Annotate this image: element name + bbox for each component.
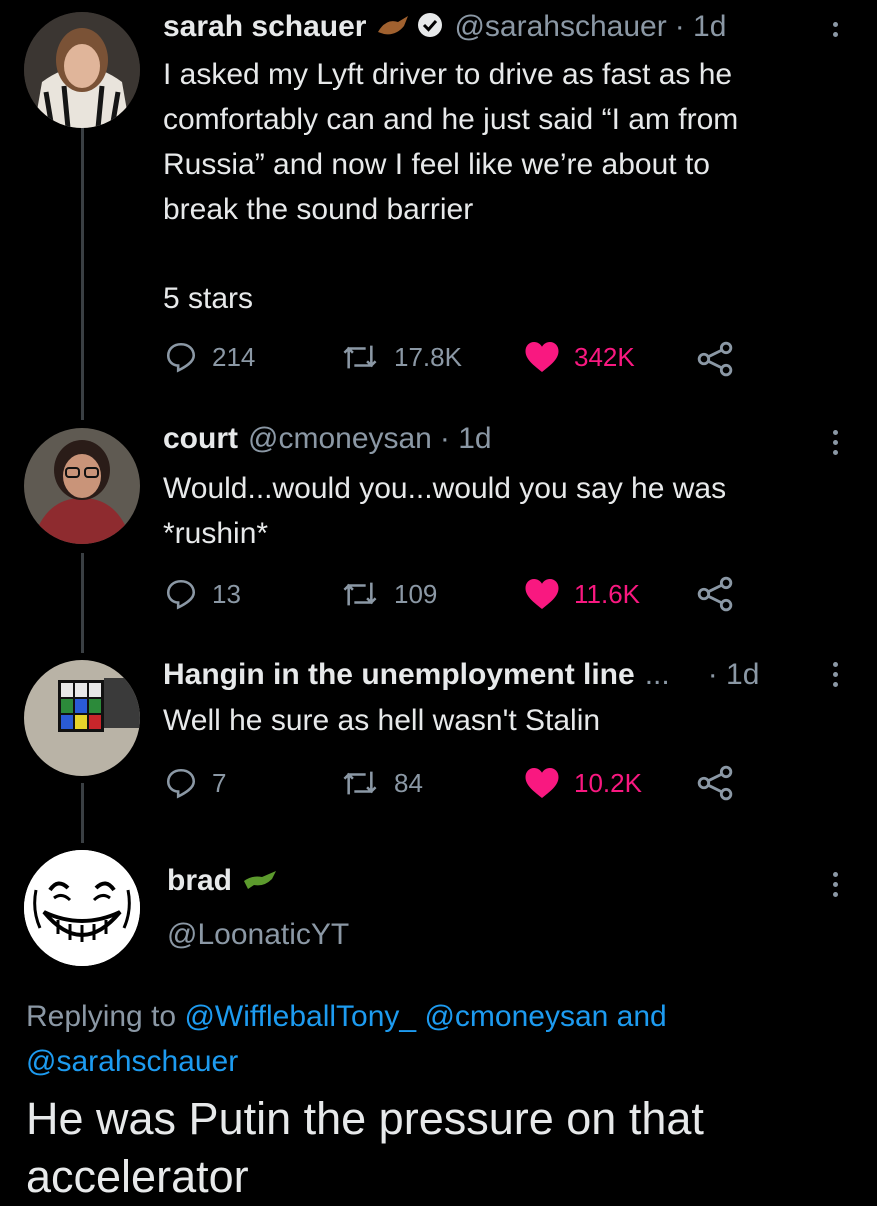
like-count: 342K: [574, 341, 635, 372]
more-icon[interactable]: [833, 872, 839, 902]
mention-link[interactable]: @WiffleballTony_: [184, 1000, 416, 1033]
reply-button[interactable]: 214: [164, 340, 255, 374]
reply-icon: [166, 342, 196, 373]
heart-icon: [525, 579, 559, 609]
tweet-text: I asked my Lyft driver to drive as fast …: [163, 58, 739, 226]
like-count: 11.6K: [574, 578, 641, 609]
reply-count: 13: [212, 578, 241, 609]
retweet-button[interactable]: 84: [340, 766, 423, 800]
timestamp[interactable]: · 1d: [440, 422, 492, 456]
avatar[interactable]: [24, 12, 140, 128]
thread-line: [81, 126, 84, 420]
avatar[interactable]: [24, 428, 140, 544]
reply-count: 7: [212, 767, 227, 798]
timestamp[interactable]: · 1d: [708, 658, 760, 692]
name-truncation: ...: [644, 658, 670, 691]
share-button[interactable]: [696, 764, 748, 802]
share-icon: [697, 576, 733, 612]
handle[interactable]: @cmoneysan: [248, 422, 432, 456]
reply-icon: [166, 768, 196, 799]
tweet-text-extra: 5 stars: [163, 282, 254, 315]
share-icon: [697, 341, 733, 377]
avatar[interactable]: [24, 850, 140, 966]
tweet-text: Well he sure as hell wasn't Stalin: [163, 704, 601, 737]
share-icon: [697, 765, 733, 801]
crocodile-icon: [242, 867, 280, 896]
heart-icon: [525, 768, 559, 798]
verified-icon: [416, 11, 444, 44]
share-button[interactable]: [696, 575, 748, 613]
more-icon[interactable]: [833, 22, 839, 42]
retweet-button[interactable]: 109: [340, 577, 437, 611]
handle[interactable]: @sarahschauer: [454, 10, 666, 44]
replying-to: Replying to @WiffleballTony_ @cmoneysan …: [26, 994, 866, 1084]
like-button[interactable]: 342K: [524, 340, 635, 374]
share-button[interactable]: [696, 340, 748, 378]
timestamp[interactable]: · 1d: [675, 10, 727, 44]
heart-icon: [525, 342, 559, 372]
retweet-count: 17.8K: [394, 341, 462, 372]
avatar[interactable]: [24, 660, 140, 776]
more-icon[interactable]: [833, 662, 839, 692]
retweet-count: 109: [394, 578, 438, 609]
mention-link[interactable]: @sarahschauer: [26, 1045, 238, 1078]
reply-button[interactable]: 13: [164, 577, 241, 611]
main-tweet-text: He was Putin the pressure on that accele…: [26, 1093, 704, 1202]
display-name[interactable]: court: [163, 422, 238, 456]
tweet-text: Would...would you...would you say he was…: [163, 472, 727, 550]
display-name[interactable]: Hangin in the unemployment line: [163, 658, 635, 692]
like-count: 10.2K: [574, 767, 642, 798]
thread-line: [81, 553, 84, 653]
handle[interactable]: @LoonaticYT: [167, 918, 349, 952]
reply-count: 214: [212, 341, 256, 372]
like-button[interactable]: 11.6K: [524, 577, 640, 611]
mention-conjunction: and: [616, 1000, 667, 1033]
reply-button[interactable]: 7: [164, 766, 226, 800]
thread-line: [81, 783, 84, 843]
fox-emoji-icon: [376, 12, 410, 43]
retweet-button[interactable]: 17.8K: [340, 340, 462, 374]
mention-link[interactable]: @cmoneysan: [424, 1000, 608, 1033]
more-icon[interactable]: [833, 430, 839, 460]
like-button[interactable]: 10.2K: [524, 766, 642, 800]
retweet-count: 84: [394, 767, 423, 798]
retweet-icon: [343, 345, 377, 369]
display-name[interactable]: sarah schauer: [163, 10, 366, 44]
display-name[interactable]: brad: [167, 864, 232, 898]
retweet-icon: [343, 582, 377, 606]
retweet-icon: [343, 771, 377, 795]
replying-prefix: Replying to: [26, 1000, 177, 1033]
reply-icon: [166, 579, 196, 610]
